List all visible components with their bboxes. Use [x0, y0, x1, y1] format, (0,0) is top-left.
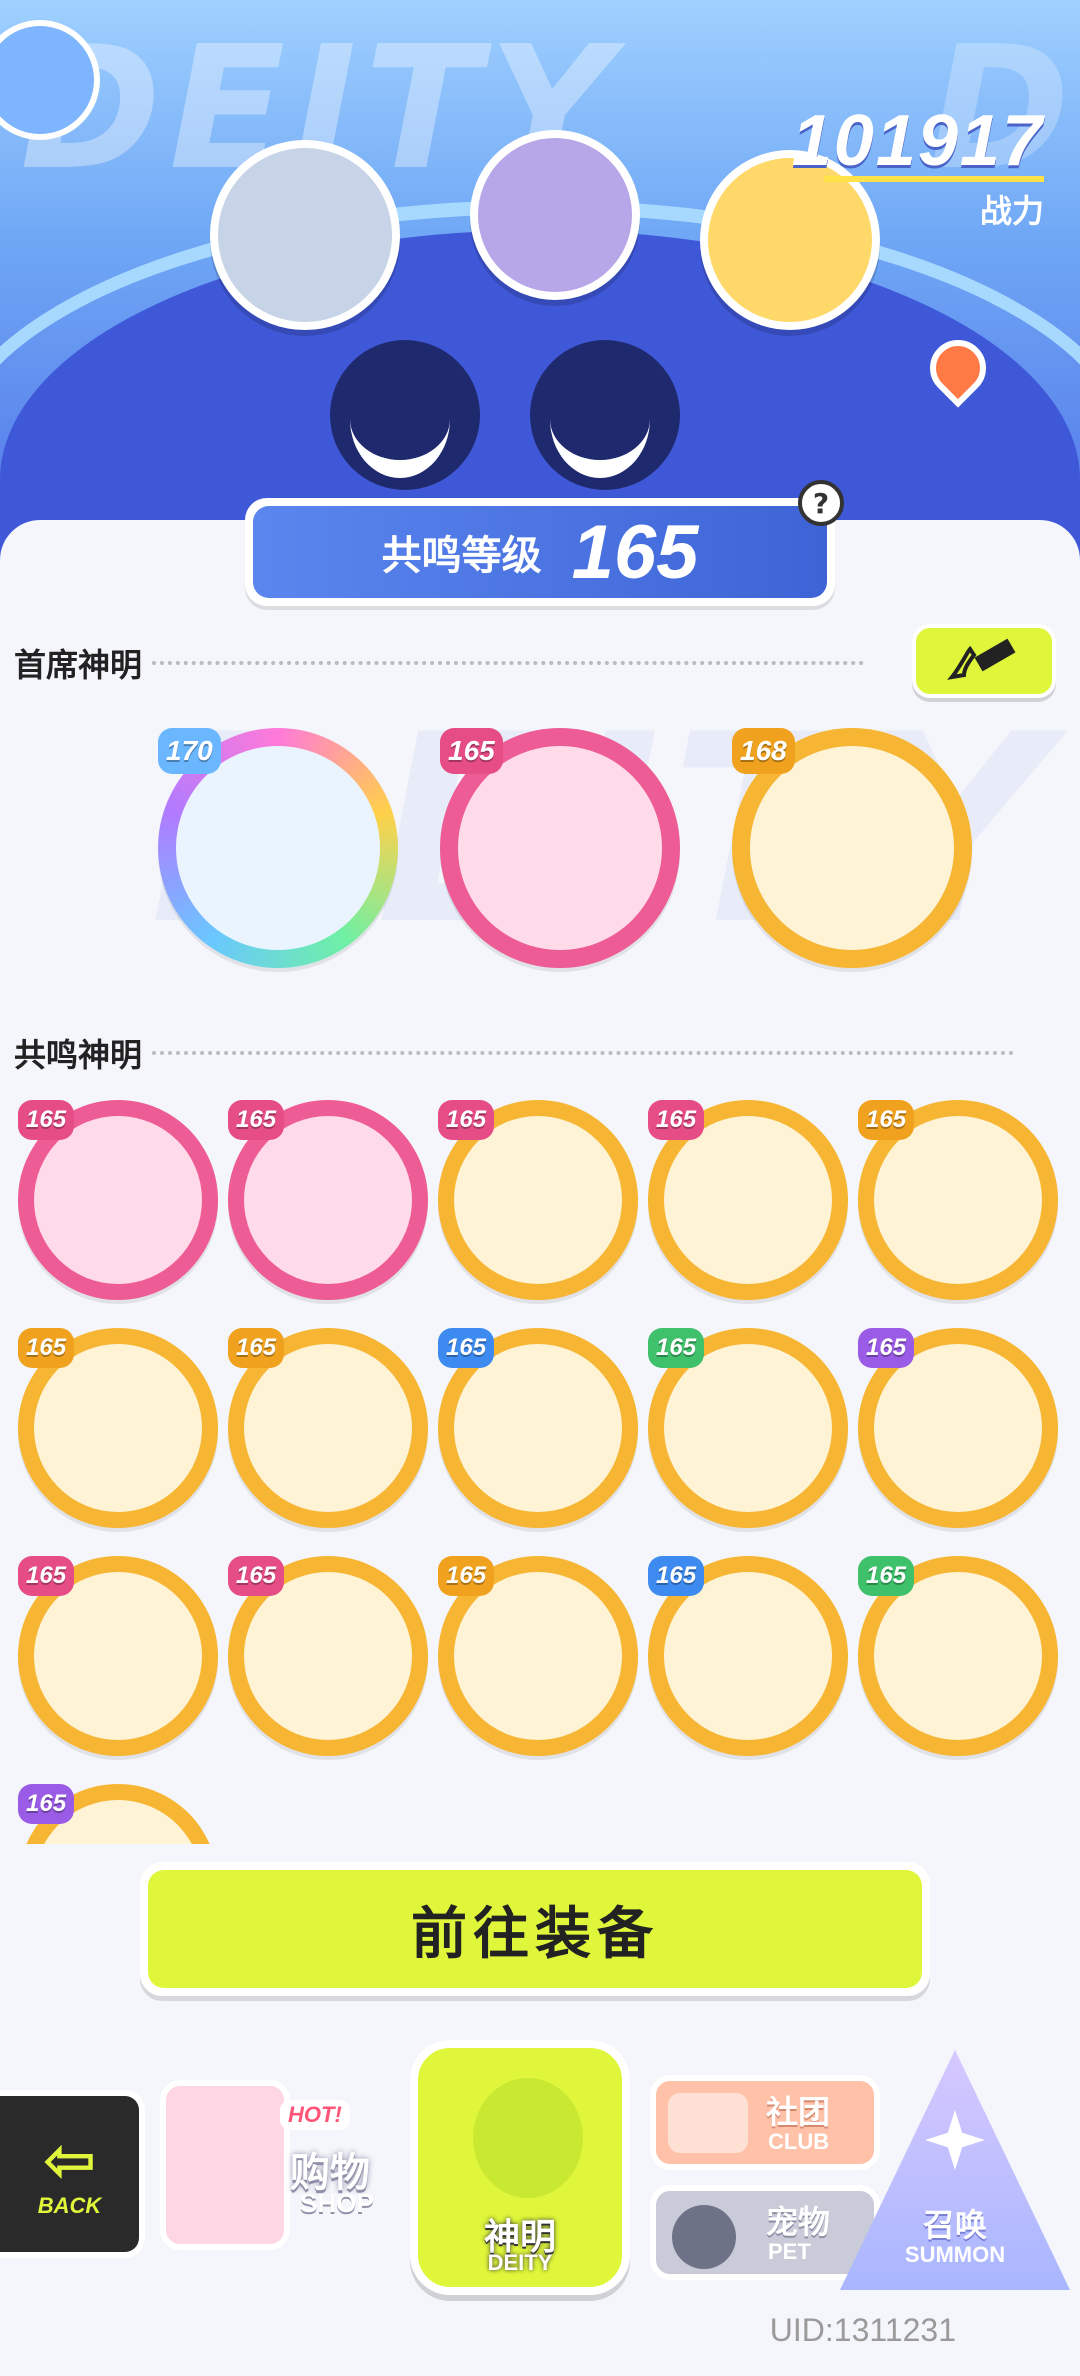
combat-power: 101917 战力 — [792, 100, 1044, 232]
go-equip-button-label: 前往装备 — [148, 1870, 922, 1988]
planet-eye-right — [530, 340, 680, 490]
edit-chief-deities-button[interactable] — [912, 624, 1056, 698]
level-badge: 165 — [438, 1100, 495, 1140]
deity-portrait — [664, 1572, 832, 1740]
chief-deity-figure-1[interactable] — [210, 140, 400, 330]
go-equip-button[interactable]: 前往装备 — [140, 1862, 930, 1996]
nav-deity[interactable]: 神明 DEITY — [410, 2040, 630, 2295]
resonance-deity-avatar[interactable]: 165 — [228, 1556, 428, 1756]
deity-portrait — [664, 1116, 832, 1284]
club-bag-icon — [668, 2093, 748, 2153]
resonance-deities-title: 共鸣神明 — [14, 1030, 1014, 1076]
level-badge: 165 — [18, 1556, 75, 1596]
level-badge: 165 — [648, 1328, 705, 1368]
resonance-deity-avatar[interactable]: 165 — [858, 1556, 1058, 1756]
level-badge: 165 — [228, 1100, 285, 1140]
deity-portrait — [874, 1572, 1042, 1740]
level-badge: 165 — [228, 1556, 285, 1596]
nav-pet[interactable]: 宠物 PET — [650, 2185, 880, 2280]
hot-badge: HOT! — [280, 2100, 350, 2130]
chief-deity-figure-2[interactable] — [470, 130, 640, 300]
resonance-deity-avatar[interactable]: 165 — [18, 1556, 218, 1756]
resonance-deity-avatar[interactable]: 165 — [18, 1328, 218, 1528]
deity-portrait — [664, 1344, 832, 1512]
deity-portrait — [176, 746, 380, 950]
combat-power-label: 战力 — [979, 192, 1044, 230]
level-badge: 165 — [18, 1784, 75, 1824]
level-badge: 165 — [858, 1556, 915, 1596]
nav-shop[interactable]: HOT! 购物 SHOP — [160, 2060, 430, 2260]
title-divider — [152, 1051, 1014, 1055]
level-badge: 165 — [648, 1556, 705, 1596]
resonance-deity-avatar[interactable]: 165 — [648, 1100, 848, 1300]
nav-summon-label-en: SUMMON — [904, 2242, 1006, 2267]
level-badge: 165 — [648, 1100, 705, 1140]
resonance-deity-avatar[interactable]: 165 — [18, 1784, 218, 1844]
resonance-deity-avatar[interactable]: 165 — [858, 1100, 1058, 1300]
resonance-deity-avatar[interactable]: 165 — [438, 1328, 638, 1528]
nav-deity-label-en: DEITY — [487, 2250, 553, 2275]
deity-portrait — [244, 1116, 412, 1284]
nav-club-label-cn: 社团 — [766, 2093, 831, 2131]
deity-portrait — [244, 1572, 412, 1740]
level-badge: 168 — [732, 728, 795, 774]
resonance-level-value: 165 — [571, 509, 699, 595]
deity-portrait — [874, 1344, 1042, 1512]
resonance-deities-title-text: 共鸣神明 — [14, 1036, 143, 1074]
combat-power-value: 101917 — [791, 101, 1044, 181]
pencil-icon — [947, 638, 1016, 680]
planet-eye-left — [330, 340, 480, 490]
pet-lock-icon — [672, 2205, 736, 2269]
deity-portrait — [750, 746, 954, 950]
resonance-deity-avatar[interactable]: 165 — [438, 1556, 638, 1756]
level-badge: 165 — [858, 1328, 915, 1368]
resonance-deity-avatar[interactable]: 165 — [438, 1100, 638, 1300]
sparkle-icon — [925, 2110, 985, 2170]
level-badge: 170 — [158, 728, 221, 774]
resonance-level-label: 共鸣等级 — [381, 533, 542, 579]
back-button[interactable]: ⇦ BACK — [0, 2090, 145, 2258]
nav-shop-label-en: SHOP — [300, 2188, 374, 2218]
level-badge: 165 — [18, 1100, 75, 1140]
deity-portrait — [34, 1572, 202, 1740]
level-badge: 165 — [438, 1556, 495, 1596]
deity-portrait — [458, 746, 662, 950]
chief-deity-avatar-2[interactable]: 165 — [440, 728, 680, 968]
deity-portrait — [454, 1116, 622, 1284]
resonance-deity-avatar[interactable]: 165 — [18, 1100, 218, 1300]
vending-machine-icon — [160, 2080, 290, 2250]
deity-portrait — [34, 1344, 202, 1512]
deity-portrait — [874, 1116, 1042, 1284]
level-badge: 165 — [228, 1328, 285, 1368]
deity-portrait — [454, 1344, 622, 1512]
level-badge: 165 — [858, 1100, 915, 1140]
title-divider — [152, 661, 864, 665]
nav-club-label-en: CLUB — [768, 2129, 830, 2154]
level-badge: 165 — [438, 1328, 495, 1368]
resonance-deity-avatar[interactable]: 165 — [648, 1328, 848, 1528]
resonance-deity-avatar[interactable]: 165 — [648, 1556, 848, 1756]
deity-portrait — [454, 1572, 622, 1740]
nav-pet-label-cn: 宠物 — [766, 2203, 831, 2241]
resonance-deity-avatar[interactable]: 165 — [228, 1100, 428, 1300]
user-id: UID:1311231 — [769, 2312, 956, 2348]
nav-pet-label-en: PET — [768, 2239, 811, 2264]
chief-deity-avatar-3[interactable]: 168 — [732, 728, 972, 968]
resonance-level-banner: 共鸣等级 165 — [245, 498, 835, 606]
resonance-deity-avatar-clip: 165 — [18, 1784, 218, 1844]
deity-portrait — [244, 1344, 412, 1512]
resonance-deity-avatar[interactable]: 165 — [858, 1328, 1058, 1528]
level-badge: 165 — [440, 728, 503, 774]
deity-portrait — [34, 1116, 202, 1284]
chief-deity-avatar-1[interactable]: 170 — [158, 728, 398, 968]
back-arrow-icon: ⇦ — [42, 2124, 97, 2198]
deity-character-icon — [473, 2078, 583, 2198]
help-icon[interactable]: ? — [798, 480, 844, 526]
chief-deities-title: 首席神明 — [14, 640, 1014, 686]
resonance-deity-avatar[interactable]: 165 — [228, 1328, 428, 1528]
level-badge: 165 — [18, 1328, 75, 1368]
nav-club[interactable]: 社团 CLUB — [650, 2075, 880, 2170]
chief-deities-title-text: 首席神明 — [14, 646, 143, 684]
back-label: BACK — [37, 2193, 102, 2218]
